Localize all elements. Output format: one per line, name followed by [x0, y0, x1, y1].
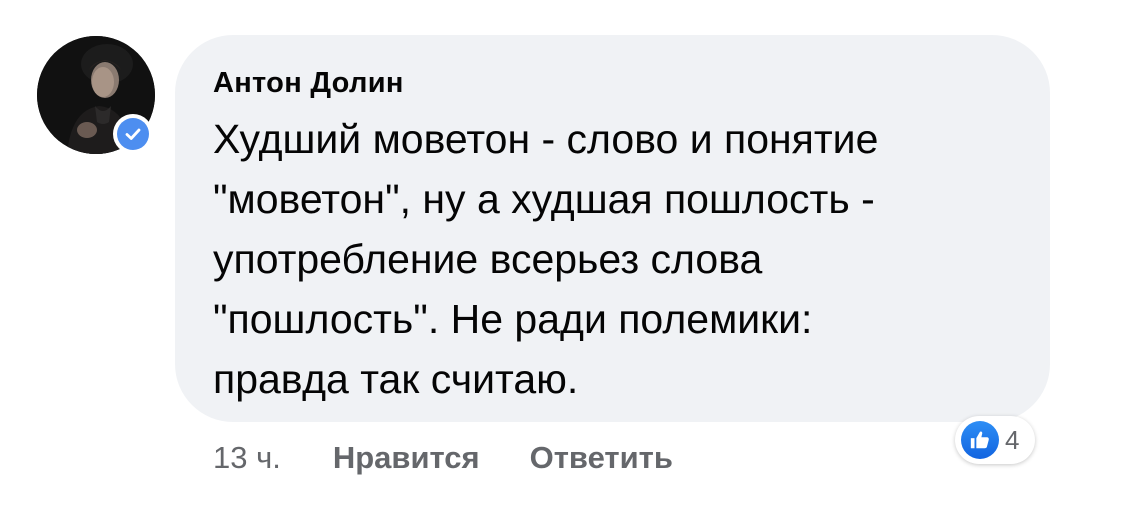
like-button[interactable]: Нравится — [333, 440, 480, 476]
avatar-wrap[interactable] — [37, 36, 155, 154]
comment-actions: 13 ч. Нравится Ответить — [213, 436, 723, 480]
comment: Антон Долин Худший моветон - слово и пон… — [0, 0, 1125, 508]
like-thumbs-up-icon — [961, 421, 999, 459]
author-name[interactable]: Антон Долин — [213, 63, 1014, 103]
reaction-count: 4 — [1005, 424, 1020, 455]
verified-badge-icon — [117, 118, 149, 150]
verified-badge — [113, 114, 153, 154]
comment-text: Худший моветон - слово и понятие "мовето… — [213, 116, 879, 402]
reply-button[interactable]: Ответить — [530, 440, 673, 476]
timestamp[interactable]: 13 ч. — [213, 440, 281, 476]
reactions-summary[interactable]: 4 — [955, 416, 1036, 464]
comment-bubble: Антон Долин Худший моветон - слово и пон… — [175, 35, 1050, 422]
